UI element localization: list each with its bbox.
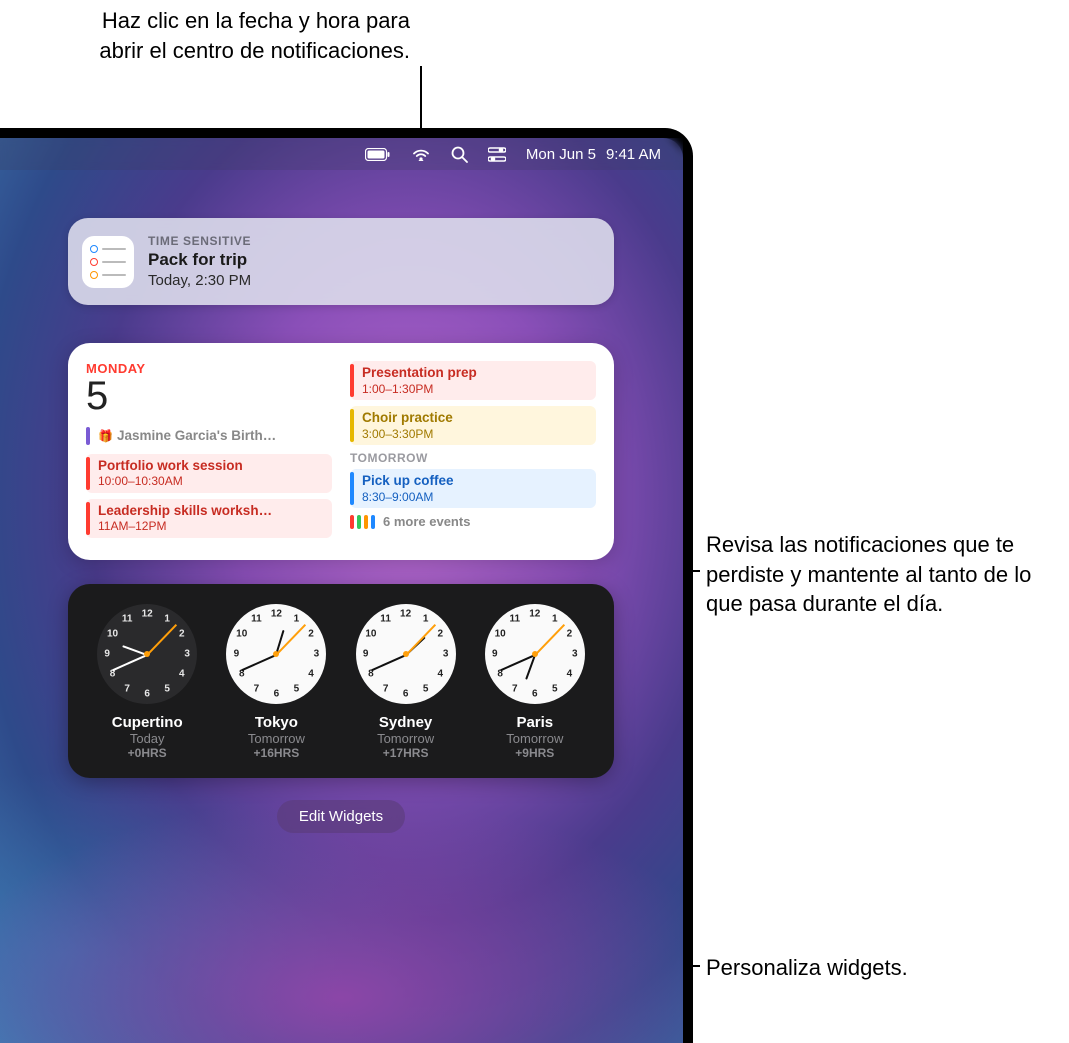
calendar-more-events: 6 more events — [350, 514, 596, 529]
calendar-daynum: 5 — [86, 376, 332, 416]
calendar-widget[interactable]: MONDAY 5 🎁Jasmine Garcia's Birth… Portfol… — [68, 343, 614, 560]
calendar-event: Pick up coffee8:30–9:00AM — [350, 469, 596, 508]
clock-item: 123456789101112ParisTomorrow+9HRS — [474, 604, 596, 760]
reminders-icon — [82, 236, 134, 288]
menubar-datetime[interactable]: Mon Jun 5 9:41 AM — [526, 146, 661, 163]
clock-city: Sydney — [344, 714, 466, 731]
clock-offset: +17HRS — [344, 746, 466, 760]
clock-city: Paris — [474, 714, 596, 731]
calendar-event: 🎁Jasmine Garcia's Birth… — [86, 424, 332, 448]
clock-day: Tomorrow — [344, 731, 466, 746]
menubar-date: Mon Jun 5 — [526, 146, 596, 163]
wifi-icon[interactable] — [411, 147, 431, 161]
clock-city: Tokyo — [215, 714, 337, 731]
device-frame: Mon Jun 5 9:41 AM TIME SENSITIVE Pack fo… — [0, 128, 693, 1043]
screen: Mon Jun 5 9:41 AM TIME SENSITIVE Pack fo… — [0, 138, 683, 1043]
callout-top: Haz clic en la fecha y hora para abrir e… — [70, 6, 410, 65]
calendar-event: Leadership skills worksh…11AM–12PM — [86, 499, 332, 538]
edit-widgets-button[interactable]: Edit Widgets — [277, 800, 405, 833]
clock-day: Tomorrow — [215, 731, 337, 746]
clock-city: Cupertino — [86, 714, 208, 731]
world-clock-widget[interactable]: 123456789101112CupertinoToday+0HRS123456… — [68, 584, 614, 778]
clock-item: 123456789101112SydneyTomorrow+17HRS — [344, 604, 466, 760]
calendar-dayname: MONDAY — [86, 361, 332, 376]
calendar-event: Presentation prep1:00–1:30PM — [350, 361, 596, 400]
calendar-tomorrow-label: TOMORROW — [350, 451, 596, 465]
control-center-icon[interactable] — [488, 147, 506, 162]
clock-day: Tomorrow — [474, 731, 596, 746]
notification-center: TIME SENSITIVE Pack for trip Today, 2:30… — [68, 218, 614, 833]
notification-label: TIME SENSITIVE — [148, 234, 251, 248]
clock-offset: +16HRS — [215, 746, 337, 760]
callout-review: Revisa las notificaciones que te perdist… — [706, 530, 1046, 619]
battery-icon[interactable] — [365, 148, 391, 161]
notification-subtitle: Today, 2:30 PM — [148, 272, 251, 289]
menubar-time: 9:41 AM — [606, 146, 661, 163]
clock-offset: +0HRS — [86, 746, 208, 760]
calendar-more-label: 6 more events — [383, 514, 470, 529]
clock-item: 123456789101112TokyoTomorrow+16HRS — [215, 604, 337, 760]
calendar-event: Portfolio work session10:00–10:30AM — [86, 454, 332, 493]
notification-card[interactable]: TIME SENSITIVE Pack for trip Today, 2:30… — [68, 218, 614, 305]
clock-offset: +9HRS — [474, 746, 596, 760]
menubar: Mon Jun 5 9:41 AM — [0, 138, 683, 170]
clock-day: Today — [86, 731, 208, 746]
search-icon[interactable] — [451, 146, 468, 163]
notification-title: Pack for trip — [148, 250, 251, 270]
clock-item: 123456789101112CupertinoToday+0HRS — [86, 604, 208, 760]
callout-customize: Personaliza widgets. — [706, 953, 1046, 983]
calendar-event: Choir practice3:00–3:30PM — [350, 406, 596, 445]
